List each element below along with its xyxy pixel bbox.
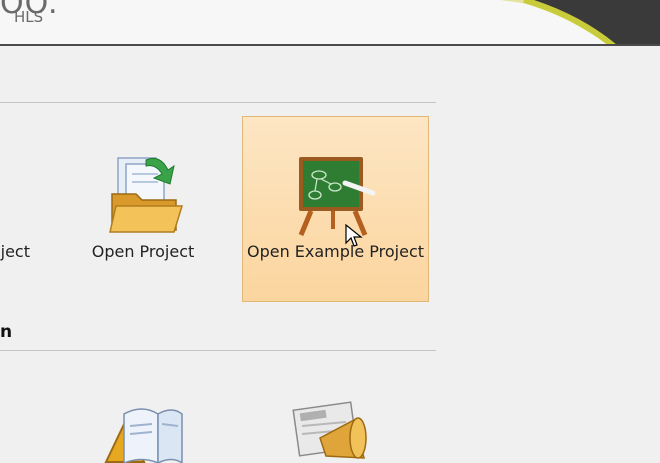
logo-subtitle: HLS: [14, 8, 44, 26]
open-folder-icon: [109, 157, 184, 233]
new-project-label: ject: [0, 242, 30, 261]
open-project-tile[interactable]: Open Project: [80, 116, 206, 302]
mouse-cursor-icon: [345, 224, 363, 247]
open-example-project-label: Open Example Project: [246, 242, 425, 261]
header-swoosh-decoration: [500, 0, 660, 44]
example-chalkboard-icon: [298, 157, 376, 236]
divider-mid: [0, 350, 436, 351]
news-megaphone-icon[interactable]: [290, 398, 376, 463]
book-icon[interactable]: [98, 400, 186, 463]
section-title: n: [0, 322, 13, 342]
new-project-tile[interactable]: ject: [0, 116, 60, 302]
divider-top: [0, 102, 436, 103]
header-bar: OO. HLS: [0, 0, 660, 46]
open-example-project-tile[interactable]: Open Example Project: [242, 116, 429, 302]
open-project-label: Open Project: [91, 242, 195, 261]
